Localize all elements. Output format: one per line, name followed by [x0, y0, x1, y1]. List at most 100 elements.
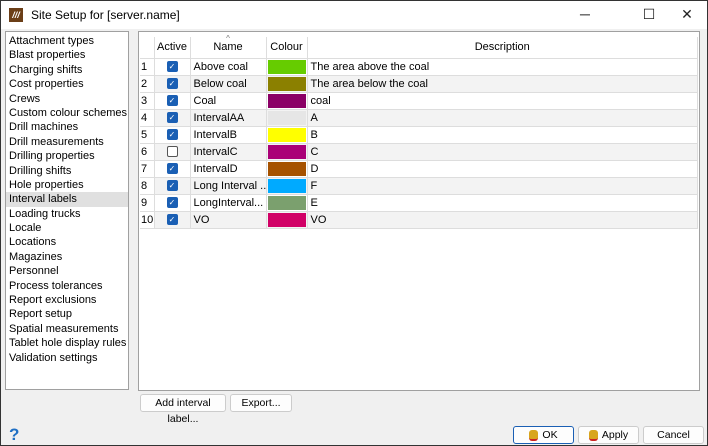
active-checkbox[interactable]: ✓	[166, 180, 178, 192]
active-checkbox[interactable]: ✓	[166, 197, 178, 209]
row-number-header	[140, 37, 155, 59]
colour-cell[interactable]	[266, 92, 308, 110]
help-icon[interactable]: ?	[9, 425, 19, 445]
active-checkbox[interactable]: ✓	[166, 163, 178, 175]
row-number: 4	[140, 109, 155, 127]
description-cell[interactable]: The area above the coal	[307, 58, 698, 76]
description-cell[interactable]: VO	[307, 211, 698, 229]
name-cell[interactable]: IntervalAA	[190, 109, 267, 127]
ok-button[interactable]: OK	[513, 426, 574, 444]
active-checkbox[interactable]: ✓	[166, 61, 178, 73]
active-cell: ✓	[154, 58, 191, 76]
colour-cell[interactable]	[266, 177, 308, 195]
table-row[interactable]: 3 ✓ Coal coal	[140, 92, 698, 110]
name-cell[interactable]: IntervalD	[190, 160, 267, 178]
name-cell[interactable]: VO	[190, 211, 267, 229]
window-title: Site Setup for [server.name]	[31, 8, 180, 22]
cancel-button[interactable]: Cancel	[643, 426, 704, 444]
active-checkbox[interactable]: ✓	[166, 112, 178, 124]
colour-cell[interactable]	[266, 160, 308, 178]
sidebar-item-drilling-shifts[interactable]: Drilling shifts	[6, 164, 128, 178]
maximize-button[interactable]: ☐	[629, 1, 669, 29]
table-row[interactable]: 8 ✓ Long Interval ... F	[140, 177, 698, 195]
description-cell[interactable]: B	[307, 126, 698, 144]
export-button[interactable]: Export...	[230, 394, 292, 412]
row-number: 1	[140, 58, 155, 76]
colour-header[interactable]: Colour	[266, 37, 308, 59]
colour-cell[interactable]	[266, 194, 308, 212]
sidebar-item-cost-properties[interactable]: Cost properties	[6, 77, 128, 91]
sidebar-item-magazines[interactable]: Magazines	[6, 250, 128, 264]
active-checkbox[interactable]: ✓	[166, 129, 178, 141]
active-checkbox[interactable]: ✓	[166, 214, 178, 226]
sidebar-item-report-exclusions[interactable]: Report exclusions	[6, 293, 128, 307]
active-checkbox[interactable]: ✓	[166, 95, 178, 107]
description-cell[interactable]: coal	[307, 92, 698, 110]
sidebar-item-validation-settings[interactable]: Validation settings	[6, 351, 128, 365]
sidebar-item-crews[interactable]: Crews	[6, 92, 128, 106]
active-cell: ✓	[154, 126, 191, 144]
name-cell[interactable]: Below coal	[190, 75, 267, 93]
sidebar-item-report-setup[interactable]: Report setup	[6, 307, 128, 321]
sidebar-item-process-tolerances[interactable]: Process tolerances	[6, 279, 128, 293]
sidebar-item-drill-measurements[interactable]: Drill measurements	[6, 135, 128, 149]
sidebar-item-charging-shifts[interactable]: Charging shifts	[6, 63, 128, 77]
sidebar-item-loading-trucks[interactable]: Loading trucks	[6, 207, 128, 221]
colour-cell[interactable]	[266, 126, 308, 144]
table-row[interactable]: 2 ✓ Below coal The area below the coal	[140, 75, 698, 93]
sidebar-item-hole-properties[interactable]: Hole properties	[6, 178, 128, 192]
apply-button[interactable]: Apply	[578, 426, 639, 444]
name-cell[interactable]: IntervalB	[190, 126, 267, 144]
sidebar-item-tablet-hole-display-rules[interactable]: Tablet hole display rules	[6, 336, 128, 350]
active-cell: ✓	[154, 211, 191, 229]
description-cell[interactable]: F	[307, 177, 698, 195]
sidebar-item-personnel[interactable]: Personnel	[6, 264, 128, 278]
colour-swatch	[267, 110, 306, 125]
table-row[interactable]: 9 ✓ LongInterval... E	[140, 194, 698, 212]
minimize-button[interactable]: ─	[565, 1, 605, 29]
sidebar-item-custom-colour-schemes[interactable]: Custom colour schemes	[6, 106, 128, 120]
table-row[interactable]: 1 ✓ Above coal The area above the coal	[140, 58, 698, 76]
name-header-label: Name	[213, 41, 243, 54]
colour-cell[interactable]	[266, 211, 308, 229]
sidebar-item-interval-labels[interactable]: Interval labels	[6, 192, 128, 207]
description-cell[interactable]: A	[307, 109, 698, 127]
category-list[interactable]: Attachment types Blast properties Charging…	[5, 31, 129, 390]
sidebar-item-drill-machines[interactable]: Drill machines	[6, 120, 128, 134]
add-interval-label-button[interactable]: Add interval label...	[140, 394, 226, 425]
description-cell[interactable]: E	[307, 194, 698, 212]
colour-cell[interactable]	[266, 143, 308, 161]
sidebar-item-locale[interactable]: Locale	[6, 221, 128, 235]
description-cell[interactable]: The area below the coal	[307, 75, 698, 93]
sidebar-item-attachment-types[interactable]: Attachment types	[6, 34, 128, 48]
row-number: 10	[140, 211, 155, 229]
table-row[interactable]: 5 ✓ IntervalB B	[140, 126, 698, 144]
active-checkbox[interactable]: ✓	[166, 78, 178, 90]
name-cell[interactable]: Long Interval ...	[190, 177, 267, 195]
colour-cell[interactable]	[266, 109, 308, 127]
sidebar-item-locations[interactable]: Locations	[6, 235, 128, 249]
table-row[interactable]: 4 ✓ IntervalAA A	[140, 109, 698, 127]
description-cell[interactable]: C	[307, 143, 698, 161]
active-checkbox[interactable]	[166, 146, 178, 158]
table-row[interactable]: 7 ✓ IntervalD D	[140, 160, 698, 178]
name-cell[interactable]: LongInterval...	[190, 194, 267, 212]
active-header[interactable]: Active	[154, 37, 191, 59]
sidebar-item-spatial-measurements[interactable]: Spatial measurements	[6, 322, 128, 336]
description-cell[interactable]: D	[307, 160, 698, 178]
row-number: 2	[140, 75, 155, 93]
name-cell[interactable]: Coal	[190, 92, 267, 110]
table-row[interactable]: 6 IntervalC C	[140, 143, 698, 161]
active-cell: ✓	[154, 177, 191, 195]
row-number: 7	[140, 160, 155, 178]
colour-cell[interactable]	[266, 75, 308, 93]
name-cell[interactable]: Above coal	[190, 58, 267, 76]
colour-cell[interactable]	[266, 58, 308, 76]
name-cell[interactable]: IntervalC	[190, 143, 267, 161]
description-header[interactable]: Description	[307, 37, 698, 59]
sidebar-item-drilling-properties[interactable]: Drilling properties	[6, 149, 128, 163]
close-button[interactable]: ✕	[667, 1, 707, 29]
name-header[interactable]: ^ Name	[190, 34, 267, 59]
table-row[interactable]: 10 ✓ VO VO	[140, 211, 698, 229]
sidebar-item-blast-properties[interactable]: Blast properties	[6, 48, 128, 62]
